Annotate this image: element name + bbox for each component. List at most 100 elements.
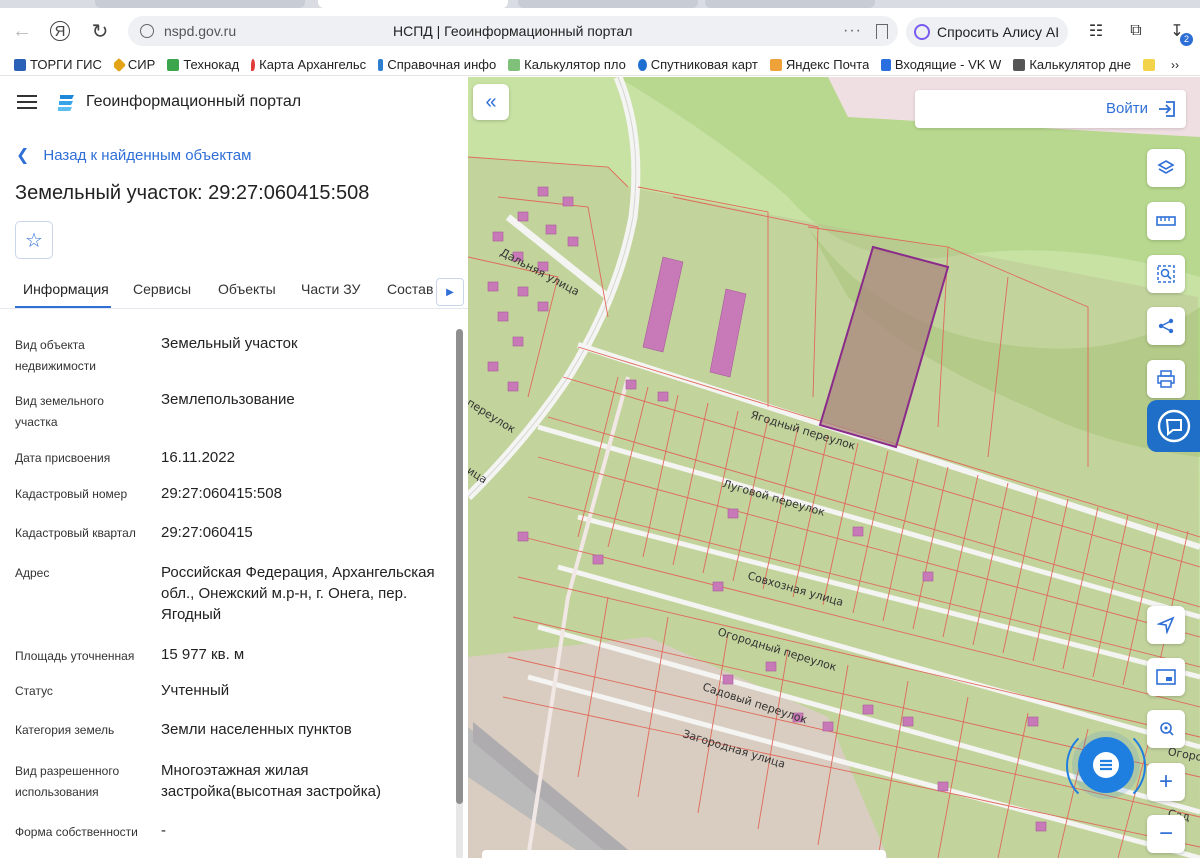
minimap-button[interactable]: [1147, 658, 1185, 696]
location-arrow-icon: [1157, 616, 1175, 634]
geolocation-button[interactable]: [1147, 606, 1185, 644]
bookmarks-more-icon[interactable]: ››: [1171, 58, 1179, 72]
bookmark-item[interactable]: ТОРГИ ГИС: [14, 57, 102, 72]
browser-toolbar: ← Я ↻ nspd.gov.ru НСПД | Геоинформационн…: [0, 8, 1200, 54]
tabs-scroll-right-icon[interactable]: ▶: [436, 278, 464, 306]
bookmark-label: Яндекс Почта: [785, 57, 870, 72]
layers-button[interactable]: [1147, 149, 1185, 187]
layers-icon: [1157, 160, 1175, 174]
bookmark-item[interactable]: Спутниковая карт: [637, 57, 758, 72]
chevron-left-icon: ❮: [16, 147, 30, 164]
bookmark-item[interactable]: [1143, 58, 1159, 71]
property-value: Многоэтажная жилая застройка(высотная за…: [161, 762, 381, 800]
zoom-to-object-button[interactable]: [1147, 710, 1185, 748]
zoom-in-button[interactable]: +: [1147, 763, 1185, 801]
site-info-icon[interactable]: [140, 24, 154, 38]
browser-tab-active[interactable]: [318, 0, 508, 8]
zoom-search-icon: [1160, 722, 1174, 736]
favorite-button[interactable]: ☆: [15, 221, 53, 259]
share-icon: [1158, 318, 1174, 334]
browser-tab[interactable]: [518, 0, 698, 8]
login-icon: [1159, 101, 1175, 117]
minus-icon: −: [1158, 820, 1173, 847]
reload-icon[interactable]: ↻: [86, 17, 114, 45]
bookmark-label: Карта Архангельс: [259, 57, 367, 72]
bookmark-item[interactable]: Карта Архангельс: [251, 57, 366, 72]
map-bottom-sheet[interactable]: [482, 850, 886, 858]
map-pin-icon: [251, 58, 256, 71]
browser-tab[interactable]: [95, 0, 305, 8]
bookmark-item[interactable]: Технокад: [167, 57, 239, 72]
bookmark-item[interactable]: СИР: [113, 57, 156, 72]
tab-parts[interactable]: Части ЗУ: [301, 281, 360, 297]
yandex-home-icon[interactable]: Я: [50, 21, 70, 41]
downloads-icon[interactable]: ↧ 2: [1166, 20, 1193, 46]
plus-icon: +: [1158, 768, 1173, 795]
bookmarks-bar: ТОРГИ ГИС СИР Технокад Карта Архангельс …: [0, 54, 1200, 76]
back-to-results-link[interactable]: ❮ Назад к найденным объектам: [16, 145, 251, 165]
bookmark-item[interactable]: Входящие - VK W: [881, 57, 1001, 72]
area-search-icon: [1157, 265, 1175, 283]
globe-icon: [637, 58, 647, 71]
bookmark-icon[interactable]: [876, 23, 888, 39]
address-bar[interactable]: nspd.gov.ru НСПД | Геоинформационный пор…: [128, 16, 898, 46]
property-label: Форма собственности: [15, 825, 138, 839]
bookmark-favicon: [113, 57, 126, 72]
property-label: Кадастровый номер: [15, 487, 128, 501]
ask-alice-button[interactable]: Спросить Алису AI: [906, 17, 1068, 47]
bookmark-item[interactable]: Калькулятор дне: [1013, 57, 1131, 72]
zoom-out-button[interactable]: −: [1147, 815, 1185, 853]
login-button[interactable]: Войти: [915, 90, 1186, 128]
collections-icon[interactable]: ⧉: [1125, 20, 1147, 42]
more-icon[interactable]: ···: [843, 22, 862, 40]
alice-assistant-button[interactable]: [1147, 400, 1200, 452]
vk-icon: [881, 58, 891, 71]
double-chevron-left-icon: «: [485, 90, 497, 113]
tab-composition[interactable]: Состав: [387, 281, 433, 297]
property-label: Площадь уточненная: [15, 649, 135, 663]
measure-button[interactable]: [1147, 202, 1185, 240]
bookmark-label: Калькулятор дне: [1029, 57, 1132, 72]
property-value: 15 977 кв. м: [161, 646, 245, 663]
property-label: Дата присвоения: [15, 451, 111, 465]
property-value: Российская Федерация, Архангельская обл.…: [161, 564, 435, 623]
minimap-icon: [1156, 669, 1176, 685]
share-button[interactable]: [1147, 307, 1185, 345]
bookmark-favicon: [14, 58, 26, 71]
bookmark-label: СИР: [127, 57, 156, 72]
ask-alice-label: Спросить Алису AI: [937, 24, 1060, 40]
print-icon: [1157, 370, 1175, 388]
chat-button[interactable]: [1078, 737, 1134, 793]
object-info-panel: Геоинформационный портал ❮ Назад к найде…: [0, 77, 468, 858]
tab-services[interactable]: Сервисы: [133, 281, 191, 297]
bookmark-favicon: [167, 58, 180, 71]
browser-tab[interactable]: [705, 0, 875, 8]
mail-icon: [769, 58, 782, 71]
property-value: 16.11.2022: [161, 449, 235, 466]
browser-tab-strip: [0, 0, 1200, 8]
property-label: Статус: [15, 684, 53, 698]
bookmark-item[interactable]: Яндекс Почта: [769, 57, 870, 72]
tab-information[interactable]: Информация: [23, 281, 109, 297]
property-value: Земельный участок: [161, 335, 298, 352]
extensions-icon[interactable]: ☷: [1085, 20, 1107, 42]
bookmark-item[interactable]: Калькулятор пло: [508, 57, 626, 72]
star-icon: ☆: [25, 229, 43, 252]
url-text[interactable]: nspd.gov.ru: [164, 23, 236, 39]
collapse-panel-button[interactable]: «: [473, 84, 509, 120]
bookmark-label: ТОРГИ ГИС: [30, 57, 102, 72]
panel-scrollbar[interactable]: [456, 329, 463, 858]
tab-objects[interactable]: Объекты: [218, 281, 276, 297]
bookmark-label: Входящие - VK W: [894, 57, 1002, 72]
bookmark-item[interactable]: Справочная инфо: [378, 57, 496, 72]
property-value: 29:27:060415: [161, 524, 253, 541]
area-search-button[interactable]: [1147, 255, 1185, 293]
calculator-icon: [1013, 58, 1026, 71]
print-button[interactable]: [1147, 360, 1185, 398]
back-arrow-icon[interactable]: ←: [8, 17, 36, 45]
menu-icon[interactable]: [17, 95, 37, 109]
property-label: Кадастровый квартал: [15, 526, 136, 540]
scrollbar-thumb[interactable]: [456, 329, 463, 804]
property-label: Вид разрешенного использования: [15, 764, 120, 799]
portal-header: Геоинформационный портал: [0, 77, 468, 127]
